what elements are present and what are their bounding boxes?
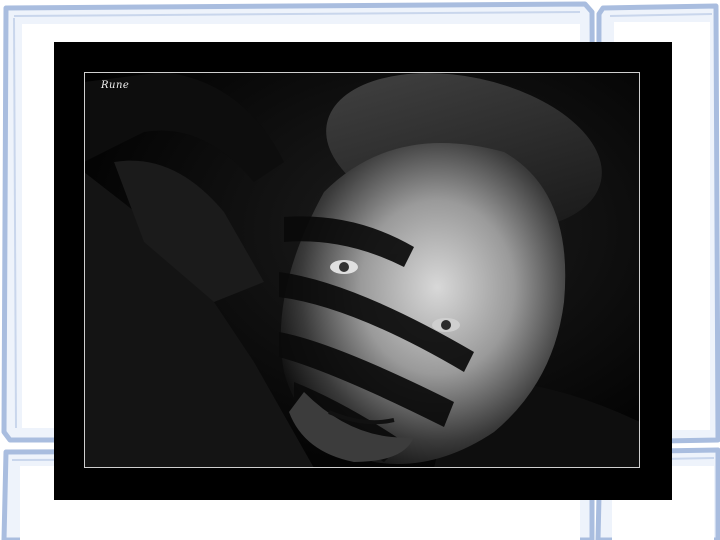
photographer-signature: Rune <box>101 80 130 91</box>
portrait-illustration <box>84 72 640 468</box>
portrait-photo: Rune <box>54 42 672 500</box>
